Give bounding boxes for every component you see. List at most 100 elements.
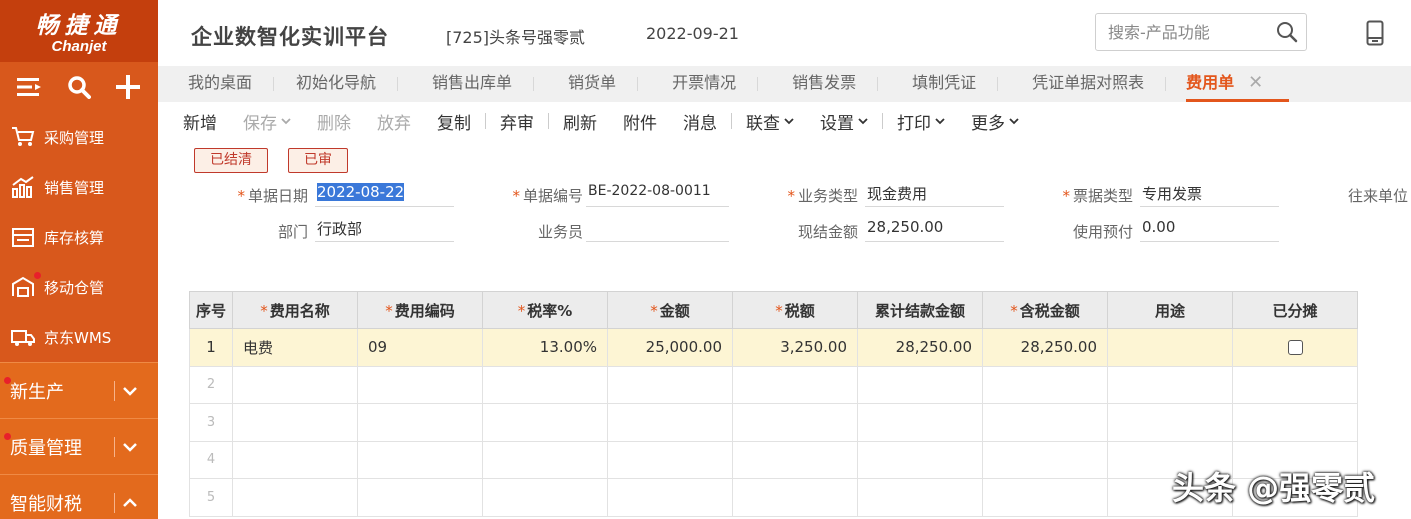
sidebar-item-jd-wms[interactable]: 京东WMS [0, 312, 158, 362]
chevron-down-icon [858, 118, 868, 125]
cell-amount[interactable]: 25,000.00 [607, 328, 733, 367]
sidebar-item-purchase[interactable]: 采购管理 [0, 112, 158, 162]
tab-voucher-compare[interactable]: 凭证单据对照表 [976, 66, 1167, 102]
cash-amount-field[interactable]: 28,250.00 [865, 218, 1004, 242]
cell-split [1232, 328, 1358, 367]
top-header: 企业数智化实训平台 [725]头条号强零贰 2022-09-21 [158, 0, 1411, 66]
cell-purpose[interactable] [1107, 328, 1233, 367]
sidebar-group-label: 智能财税 [10, 493, 82, 515]
unaudit-button[interactable]: 弃审 [500, 109, 534, 134]
message-button[interactable]: 消息 [683, 109, 717, 134]
print-button[interactable]: 打印 [897, 109, 945, 134]
chevron-down-icon [281, 118, 291, 125]
search-box [1095, 13, 1307, 51]
col-header-split[interactable]: 已分摊 [1232, 291, 1358, 329]
col-header-rate[interactable]: * 税率% [482, 291, 608, 329]
chevron-down-icon [784, 118, 794, 125]
search-input[interactable] [1096, 15, 1266, 49]
cell-rate[interactable]: 13.00% [482, 328, 608, 367]
tab-my-desktop[interactable]: 我的桌面 [158, 66, 275, 102]
table-row[interactable]: 1 电费 09 13.00% 25,000.00 3,250.00 28,250… [189, 328, 1358, 367]
tab-init-guide[interactable]: 初始化导航 [252, 66, 399, 102]
save-label: 保存 [243, 113, 277, 134]
tab-label: 销售出库单 [432, 73, 513, 92]
delete-button[interactable]: 删除 [317, 109, 351, 134]
cell-gross[interactable]: 28,250.00 [982, 328, 1108, 367]
save-button[interactable]: 保存 [243, 109, 291, 134]
chevron-down-icon [1009, 118, 1019, 125]
date-label: * 单据日期 [237, 187, 308, 205]
search-icon[interactable] [1276, 21, 1298, 47]
settings-button[interactable]: 设置 [820, 109, 868, 134]
tab-label: 初始化导航 [296, 73, 377, 92]
tab-label: 销货单 [568, 73, 617, 92]
more-button[interactable]: 更多 [971, 109, 1019, 134]
add-button[interactable]: 新增 [183, 109, 217, 134]
col-header-idx: 序号 [189, 291, 233, 329]
chevron-down-icon [123, 387, 137, 396]
sidebar-item-mobile-warehouse[interactable]: 移动仓管 [0, 262, 158, 312]
brand-logo[interactable]: 畅捷通 Chanjet [0, 0, 158, 62]
cell-tax[interactable]: 3,250.00 [732, 328, 858, 367]
link-query-button[interactable]: 联查 [746, 109, 794, 134]
sidebar-group-label: 新生产 [10, 381, 64, 403]
col-header-amount[interactable]: * 金额 [607, 291, 733, 329]
cell-name[interactable]: 电费 [232, 328, 358, 367]
status-badge-audited: 已审 [288, 148, 348, 173]
biz-type-field[interactable]: 现金费用 [865, 183, 1004, 207]
clerk-field[interactable] [586, 218, 729, 242]
col-header-gross[interactable]: * 含税金额 [982, 291, 1108, 329]
sidebar-item-inventory[interactable]: 库存核算 [0, 212, 158, 262]
cell-settled[interactable]: 28,250.00 [857, 328, 983, 367]
code-field[interactable]: BE-2022-08-0011 [586, 183, 729, 207]
split-checkbox[interactable] [1287, 340, 1303, 356]
cash-amount-label: 现结金额 [797, 223, 858, 241]
table-row[interactable]: 3 [189, 403, 1358, 442]
tab-voucher[interactable]: 填制凭证 [856, 66, 999, 102]
copy-button[interactable]: 复制 [437, 109, 471, 134]
sidebar-group-finance-tax[interactable]: 智能财税 [0, 474, 158, 519]
plus-icon[interactable] [113, 72, 143, 102]
tab-label: 凭证单据对照表 [1032, 73, 1145, 92]
clerk-label: 业务员 [537, 223, 583, 241]
sidebar-group-quality[interactable]: 质量管理 [0, 418, 158, 474]
tab-sales-outbound[interactable]: 销售出库单 [376, 66, 535, 102]
menu-collapse-icon[interactable] [15, 72, 45, 102]
row-index: 3 [189, 403, 233, 442]
biz-type-label: * 业务类型 [787, 187, 858, 205]
col-header-settled[interactable]: 累计结款金额 [857, 291, 983, 329]
col-header-name[interactable]: * 费用名称 [232, 291, 358, 329]
sidebar-item-label: 移动仓管 [44, 278, 105, 297]
sidebar-item-sales[interactable]: 销售管理 [0, 162, 158, 212]
mobile-device-icon[interactable] [1366, 20, 1384, 50]
refresh-button[interactable]: 刷新 [563, 109, 597, 134]
sidebar-group-label: 质量管理 [10, 437, 82, 459]
tab-invoice-status[interactable]: 开票情况 [616, 66, 759, 102]
cell-code[interactable]: 09 [357, 328, 483, 367]
cart-icon [10, 125, 36, 149]
watermark: 头条 @强零贰 [1172, 469, 1376, 507]
date-field[interactable]: 2022-08-22 [315, 183, 454, 207]
close-icon[interactable]: ✕ [1248, 72, 1263, 93]
sidebar-group-production[interactable]: 新生产 [0, 362, 158, 418]
prepay-field[interactable]: 0.00 [1140, 218, 1279, 242]
tab-expense-bill[interactable]: 费用单 ✕ [1144, 66, 1290, 102]
search-icon[interactable] [64, 72, 94, 102]
tab-sales-invoice[interactable]: 销售发票 [736, 66, 879, 102]
app-window: 畅捷通 Chanjet 采购管理 销售管理 库存核算 移动仓管 京东WMS 新生… [0, 0, 1411, 519]
col-header-code[interactable]: * 费用编码 [357, 291, 483, 329]
dept-field[interactable]: 行政部 [315, 218, 454, 242]
invoice-type-field[interactable]: 专用发票 [1140, 183, 1279, 207]
discard-button[interactable]: 放弃 [377, 109, 411, 134]
tab-bar: 我的桌面 初始化导航 销售出库单 销货单 开票情况 销售发票 填制凭证 凭证单据… [158, 66, 1411, 102]
attachment-button[interactable]: 附件 [623, 109, 657, 134]
table-row[interactable]: 2 [189, 365, 1358, 404]
chevron-down-icon [935, 118, 945, 125]
tab-sales-order[interactable]: 销货单 [512, 66, 639, 102]
row-index: 4 [189, 440, 233, 479]
account-name: [725]头条号强零贰 [446, 28, 586, 47]
notification-dot [4, 433, 11, 440]
dept-label: 部门 [277, 223, 308, 241]
col-header-tax[interactable]: * 税额 [732, 291, 858, 329]
col-header-purpose[interactable]: 用途 [1107, 291, 1233, 329]
